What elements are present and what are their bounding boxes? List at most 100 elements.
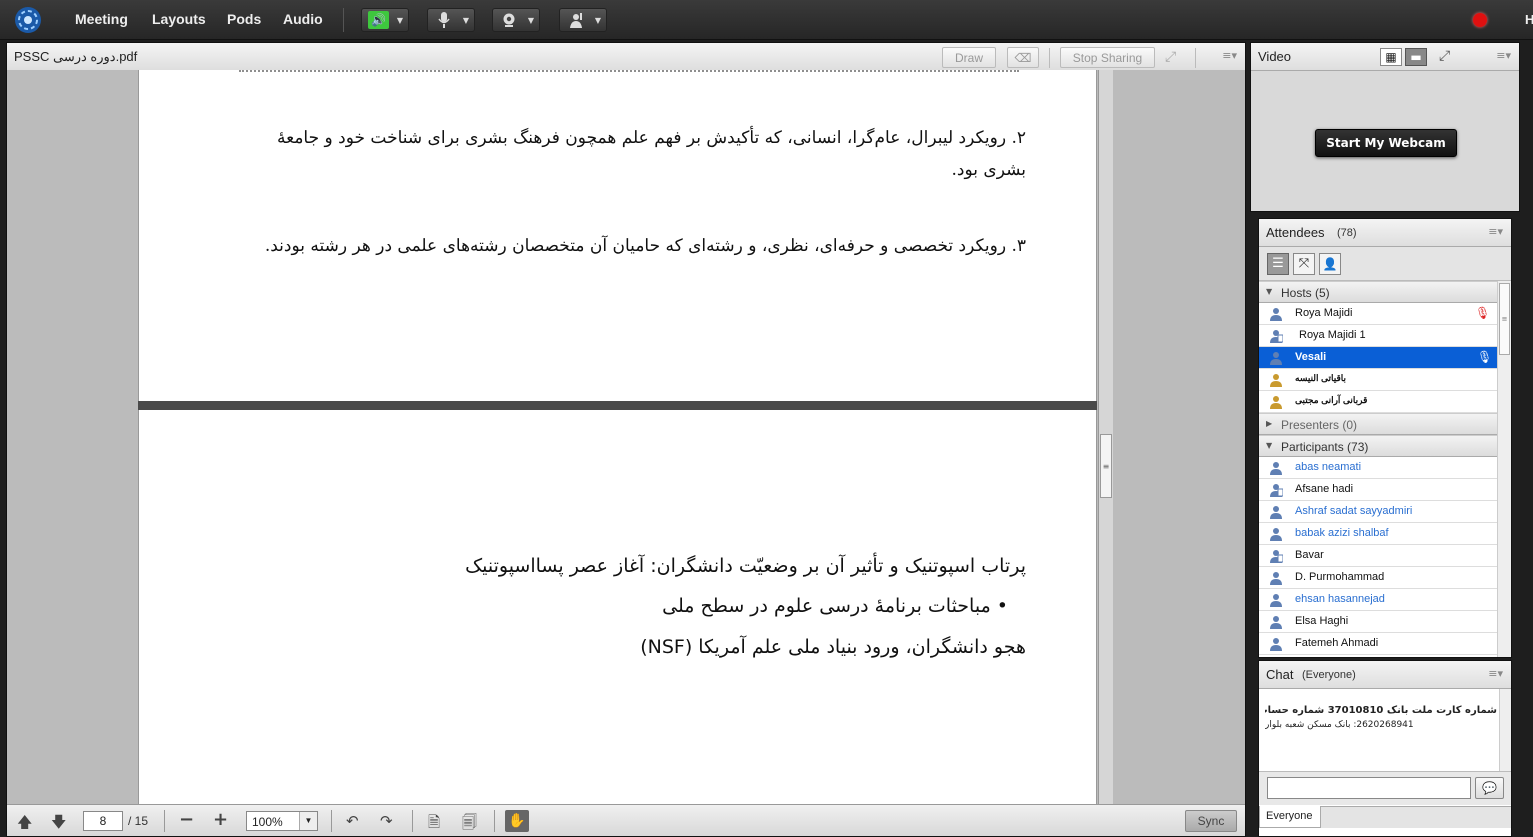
header-divider — [1049, 48, 1050, 68]
record-indicator-icon[interactable] — [1473, 13, 1487, 27]
participant-row[interactable]: ehsan hasannejad — [1259, 589, 1497, 611]
menu-meeting[interactable]: Meeting — [75, 11, 128, 27]
participant-row[interactable]: Afsane hadi — [1259, 479, 1497, 501]
zoom-out-button[interactable]: − — [179, 809, 194, 830]
speaker-button[interactable]: 🔊 ▼ — [361, 8, 409, 32]
chat-compose-bar: 💬 — [1259, 771, 1511, 805]
header-divider — [1195, 48, 1196, 68]
eraser-icon: ⌫ — [1014, 50, 1032, 65]
previous-page-button[interactable]: 🡅 — [17, 812, 32, 837]
pod-options-icon[interactable]: ≡▾ — [1488, 667, 1503, 680]
fullscreen-icon[interactable]: ⤢ — [1439, 48, 1450, 64]
chat-scope: (Everyone) — [1302, 669, 1356, 681]
document-scrollbar-thumb[interactable]: ≡ — [1100, 434, 1112, 498]
erase-button[interactable]: ⌫ — [1007, 47, 1039, 68]
attendee-scrollbar-thumb[interactable]: ≡ — [1499, 283, 1510, 355]
next-page-button[interactable]: 🡇 — [51, 812, 66, 837]
menu-pods[interactable]: Pods — [227, 11, 261, 27]
pod-options-icon[interactable]: ≡▾ — [1496, 49, 1511, 62]
participant-row[interactable]: Ashraf sadat sayyadmiri — [1259, 501, 1497, 523]
webcam-button[interactable]: ▼ — [492, 8, 540, 32]
toolbar-divider — [343, 8, 344, 32]
fullscreen-icon[interactable]: ⤢ — [1165, 49, 1176, 65]
presenters-section-label: Presenters (0) — [1281, 418, 1358, 432]
document-page: ۲. رویکرد لیبرال، عام‌گرا، انسانی، که تأ… — [138, 70, 1097, 401]
attendee-scrollbar[interactable]: ≡ — [1497, 281, 1511, 657]
attendee-avatar-icon — [1269, 329, 1283, 343]
chevron-down-icon[interactable]: ▼ — [463, 16, 469, 25]
participants-section-header[interactable]: ▼ Participants (73) — [1259, 435, 1497, 457]
host-row[interactable]: Vesali 🎙 — [1259, 347, 1497, 369]
chat-pod: Chat (Everyone) ≡▾ شماره کارت ملت بانک 3… — [1258, 660, 1512, 837]
hosts-section-header[interactable]: ▼ Hosts (5) — [1259, 281, 1497, 303]
chevron-down-icon[interactable]: ▼ — [299, 812, 317, 830]
raise-hand-button[interactable]: ▼ — [559, 8, 607, 32]
share-pod-header: PSSC دوره درسی.pdf Draw ⌫ Stop Sharing ⤢… — [7, 43, 1245, 71]
page-number-input[interactable]: 8 — [83, 811, 123, 831]
chevron-down-icon[interactable]: ▼ — [528, 16, 534, 25]
attendee-list: ▼ Hosts (5) Roya Majidi 🎙 Roya Majidi 1 Vesa… — [1259, 281, 1497, 657]
participant-row[interactable]: D. Purmohammad — [1259, 567, 1497, 589]
chevron-down-icon: ▼ — [1266, 441, 1273, 450]
attendee-avatar-icon — [1269, 351, 1283, 365]
attendees-pod-header: Attendees (78) ≡▾ — [1259, 219, 1511, 247]
rotate-left-button[interactable]: ↶ — [346, 812, 359, 830]
attendee-name: Afsane hadi — [1295, 483, 1354, 495]
attendee-name: D. Purmohammad — [1295, 571, 1385, 583]
pod-options-icon[interactable]: ≡▾ — [1488, 225, 1503, 238]
send-message-button[interactable]: 💬 — [1475, 777, 1504, 799]
document-line: بشری بود. — [951, 160, 1026, 180]
breakout-view-icon[interactable]: ⤧ — [1293, 253, 1315, 275]
single-page-icon[interactable]: 🗎 — [428, 812, 440, 837]
grid-view-icon[interactable]: ▦ — [1380, 48, 1402, 66]
microphone-icon[interactable]: 🎙 — [1477, 350, 1492, 364]
start-webcam-button[interactable]: Start My Webcam — [1315, 129, 1457, 157]
filmstrip-view-icon[interactable]: ▬ — [1405, 48, 1427, 66]
zoom-select[interactable]: 100% ▼ — [246, 811, 318, 831]
stop-sharing-button[interactable]: Stop Sharing — [1060, 47, 1155, 68]
participant-row[interactable]: Elsa Haghi — [1259, 611, 1497, 633]
attendee-avatar-icon — [1269, 571, 1283, 585]
attendee-name: Elsa Haghi — [1295, 615, 1349, 627]
participant-row[interactable]: babak azizi shalbaf — [1259, 523, 1497, 545]
pod-options-icon[interactable]: ≡▾ — [1222, 49, 1237, 62]
attendee-name: باقیاتی النیسه — [1295, 373, 1347, 383]
chevron-down-icon[interactable]: ▼ — [595, 16, 601, 25]
host-row[interactable]: Roya Majidi 🎙 — [1259, 303, 1497, 325]
host-row[interactable]: باقیاتی النیسه — [1259, 369, 1497, 391]
document-scrollbar[interactable]: ≡ — [1098, 70, 1113, 804]
menu-layouts[interactable]: Layouts — [152, 11, 206, 27]
chat-tab-everyone[interactable]: Everyone — [1259, 806, 1321, 828]
host-row[interactable]: قربانی آرانی مجتبی — [1259, 391, 1497, 413]
two-page-icon[interactable]: 🗐 — [462, 812, 477, 837]
menu-audio[interactable]: Audio — [283, 11, 323, 27]
participant-row[interactable]: Bavar — [1259, 545, 1497, 567]
hand-tool-button[interactable]: ✋ — [505, 810, 529, 832]
status-view-icon[interactable]: 👤 — [1319, 253, 1341, 275]
chat-input[interactable] — [1267, 777, 1471, 799]
zoom-in-button[interactable]: + — [213, 809, 228, 830]
presenters-section-header[interactable]: ▶ Presenters (0) — [1259, 413, 1497, 435]
host-row[interactable]: Roya Majidi 1 — [1259, 325, 1497, 347]
attendee-avatar-icon — [1269, 615, 1283, 629]
list-view-icon[interactable]: ☰ — [1267, 253, 1289, 275]
video-pod-header: Video ▦ ▬ ⤢ ≡▾ — [1251, 43, 1519, 71]
participant-row[interactable]: abas neamati — [1259, 457, 1497, 479]
rotate-right-button[interactable]: ↷ — [380, 812, 393, 830]
attendee-name: Roya Majidi — [1295, 307, 1353, 319]
toolbar-divider — [164, 810, 165, 832]
sync-button[interactable]: Sync — [1185, 810, 1237, 832]
chevron-down-icon[interactable]: ▼ — [397, 16, 403, 25]
chat-scrollbar[interactable] — [1499, 689, 1511, 771]
microphone-muted-icon[interactable]: 🎙 — [1475, 306, 1490, 320]
document-line: هجو دانشگران، ورود بنیاد ملی علم آمریکا … — [640, 636, 1026, 658]
chat-pod-header: Chat (Everyone) ≡▾ — [1259, 661, 1511, 689]
draw-button[interactable]: Draw — [942, 47, 996, 68]
participant-row[interactable]: Fatemeh Ahmadi — [1259, 633, 1497, 655]
toolbar-divider — [412, 810, 413, 832]
attendee-avatar-icon — [1269, 461, 1283, 475]
stop-sharing-label: Stop Sharing — [1072, 50, 1143, 65]
attendee-avatar-icon — [1269, 483, 1283, 497]
microphone-button[interactable]: ▼ — [427, 8, 475, 32]
attendee-name: Roya Majidi 1 — [1299, 329, 1366, 341]
